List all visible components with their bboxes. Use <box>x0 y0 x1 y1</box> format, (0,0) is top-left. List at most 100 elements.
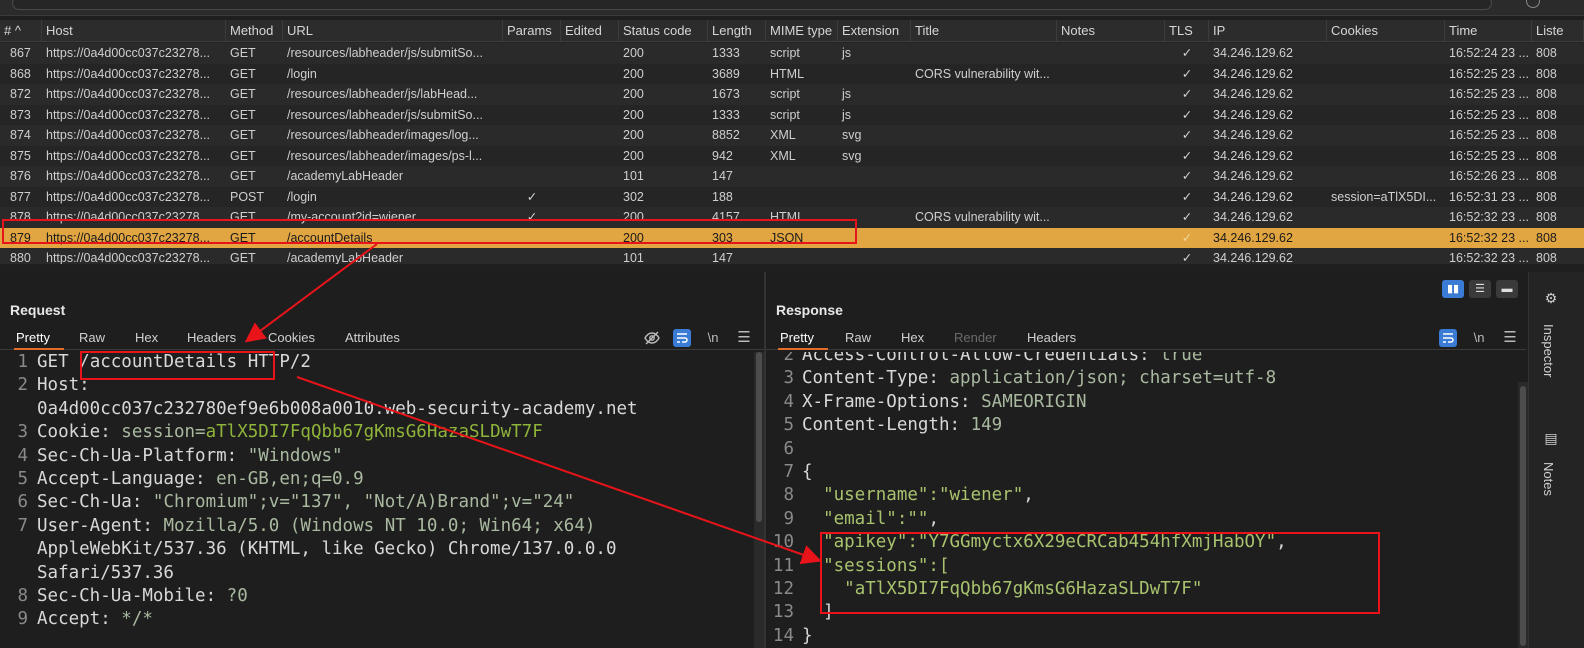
cell-params <box>503 228 561 248</box>
cell-time: 16:52:32 23 ... <box>1449 251 1529 264</box>
cell-ip: 34.246.129.62 <box>1213 148 1293 163</box>
cell-ext: js <box>842 87 852 101</box>
wrap-icon[interactable] <box>1439 329 1457 347</box>
menu-icon[interactable]: ☰ <box>735 329 753 347</box>
code-token: Accept: <box>37 609 122 630</box>
column-header-title[interactable]: Title <box>911 20 1057 42</box>
table-row[interactable]: 867 https://0a4d00cc037c23278... GET/resou… <box>0 43 1584 64</box>
code-token: X-Frame-Options: <box>802 391 982 412</box>
column-header-num[interactable]: # ^ <box>0 20 42 42</box>
single-pane-icon[interactable]: ▬ <box>1496 280 1518 298</box>
tab-hex[interactable]: Hex <box>135 326 158 350</box>
wrap-icon[interactable] <box>673 329 691 347</box>
response-scrollbar[interactable] <box>1518 382 1528 648</box>
code-line: 0a4d00cc037c232780ef9e6b008a0010.web-sec… <box>37 399 638 419</box>
tab-headers[interactable]: Headers <box>187 326 236 350</box>
inspector-icon[interactable]: ⚙ <box>1543 290 1559 306</box>
tab-cookies[interactable]: Cookies <box>268 326 315 350</box>
cell-listener: 808 <box>1536 128 1557 142</box>
column-header-host[interactable]: Host <box>42 20 226 42</box>
column-header-cookies[interactable]: Cookies <box>1327 20 1445 42</box>
column-header-ip[interactable]: IP <box>1209 20 1327 42</box>
request-editor[interactable]: 1 GET /accountDetails HTTP/2 2 Host: 0a4d00c… <box>0 352 764 648</box>
response-tabs: Pretty Raw Hex Render Headers \n ☰ <box>766 326 1526 350</box>
table-row[interactable]: 873 https://0a4d00cc037c23278... GET/resou… <box>0 104 1584 125</box>
cell-cookies <box>1327 228 1445 248</box>
code-token: } <box>802 625 813 646</box>
table-row[interactable]: 868 https://0a4d00cc037c23278... GET/login… <box>0 63 1584 84</box>
code-line: ] <box>802 602 834 622</box>
code-line: Sec-Ch-Ua-Mobile: ?0 <box>37 586 248 606</box>
newline-icon[interactable]: \n <box>704 329 722 347</box>
table-row[interactable]: 880 https://0a4d00cc037c23278... GET/acade… <box>0 248 1584 264</box>
cell-url: /my-account?id=wiener <box>287 210 416 224</box>
cell-mime <box>766 166 838 186</box>
newline-icon[interactable]: \n <box>1470 329 1488 347</box>
tab-attributes[interactable]: Attributes <box>345 326 400 350</box>
column-header-notes[interactable]: Notes <box>1057 20 1165 42</box>
code-token: ?0 <box>226 586 248 606</box>
cell-cookies <box>1327 84 1445 104</box>
code-token: "email": <box>802 508 908 529</box>
cell-cookies <box>1327 43 1445 63</box>
tab-headers[interactable]: Headers <box>1027 326 1076 350</box>
tab-raw[interactable]: Raw <box>79 326 105 350</box>
column-header-status[interactable]: Status code <box>619 20 708 42</box>
column-header-method[interactable]: Method <box>226 20 283 42</box>
line-number: 6 <box>783 438 794 459</box>
column-header-url[interactable]: URL <box>283 20 503 42</box>
sidebar-item-notes[interactable]: Notes <box>1541 462 1556 496</box>
notes-icon[interactable]: ▤ <box>1543 430 1559 446</box>
request-scrollbar[interactable] <box>754 352 764 648</box>
cell-host: https://0a4d00cc037c23278... <box>46 210 211 224</box>
cell-status: 101 <box>623 251 644 264</box>
table-row[interactable]: 878 https://0a4d00cc037c23278... GET/my-ac… <box>0 207 1584 228</box>
help-icon[interactable] <box>1526 0 1540 8</box>
line-number: 1 <box>17 352 28 372</box>
request-title: Request <box>10 302 66 318</box>
split-vertical-icon[interactable]: ▮▮ <box>1442 280 1464 298</box>
cell-url: /resources/labheader/js/labHead... <box>287 87 478 101</box>
column-header-params[interactable]: Params <box>503 20 561 42</box>
column-header-ext[interactable]: Extension <box>838 20 911 42</box>
code-token: AppleWebKit/537.36 (KHTML, like Gecko) C… <box>37 539 617 560</box>
cell-ext <box>838 166 911 186</box>
code-token: aTlX5DI7FqQbb67gKmsG6HazaSLDwT7F <box>205 422 543 443</box>
table-row[interactable]: 876 https://0a4d00cc037c23278... GET/acade… <box>0 166 1584 187</box>
cell-length: 188 <box>712 189 733 204</box>
code-line: Host: <box>37 375 90 395</box>
column-header-length[interactable]: Length <box>708 20 766 42</box>
column-header-edited[interactable]: Edited <box>561 20 619 42</box>
tab-pretty[interactable]: Pretty <box>14 326 64 350</box>
code-line: User-Agent: Mozilla/5.0 (Windows NT 10.0… <box>37 516 595 536</box>
cell-mime: HTML <box>770 66 805 81</box>
cell-url: /academyLabHeader <box>287 251 404 264</box>
table-row[interactable]: 874 https://0a4d00cc037c23278... GET/resou… <box>0 125 1584 146</box>
column-header-listener[interactable]: Liste <box>1532 20 1584 42</box>
column-header-time[interactable]: Time <box>1445 20 1532 42</box>
cell-method: GET <box>230 107 256 122</box>
sidebar-item-inspector[interactable]: Inspector <box>1541 324 1556 377</box>
column-header-mime[interactable]: MIME type <box>766 20 838 42</box>
code-token: Mozilla/5.0 (Windows NT 10.0; Win64; x64… <box>163 515 596 536</box>
filter-input[interactable] <box>12 0 1492 10</box>
menu-icon[interactable]: ☰ <box>1501 329 1519 347</box>
code-token: */* <box>121 609 153 630</box>
table-row[interactable]: 877 https://0a4d00cc037c23278... POST/logi… <box>0 186 1584 207</box>
tab-raw[interactable]: Raw <box>845 326 871 350</box>
cell-url: /resources/labheader/js/submitSo... <box>287 107 483 122</box>
split-horizontal-icon[interactable]: ☰ <box>1469 280 1491 298</box>
response-editor[interactable]: 2 Access-Control-Allow-Credentials: true 3… <box>766 352 1526 648</box>
tab-hex[interactable]: Hex <box>901 326 924 350</box>
tab-pretty[interactable]: Pretty <box>778 326 828 350</box>
cell-ip: 34.246.129.62 <box>1213 230 1293 245</box>
cell-listener: 808 <box>1536 46 1557 60</box>
column-header-tls[interactable]: TLS <box>1165 20 1209 42</box>
table-row[interactable]: 872 https://0a4d00cc037c23278... GET/resou… <box>0 84 1584 105</box>
line-number: 14 <box>772 625 794 646</box>
eye-off-icon[interactable] <box>643 329 661 347</box>
code-token: SAMEORIGIN <box>981 391 1087 412</box>
table-row[interactable]: 875 https://0a4d00cc037c23278... GET/resou… <box>0 145 1584 166</box>
table-row[interactable]: 879 https://0a4d00cc037c23278... GET/accou… <box>0 227 1584 248</box>
code-token: Cookie: <box>37 422 122 443</box>
